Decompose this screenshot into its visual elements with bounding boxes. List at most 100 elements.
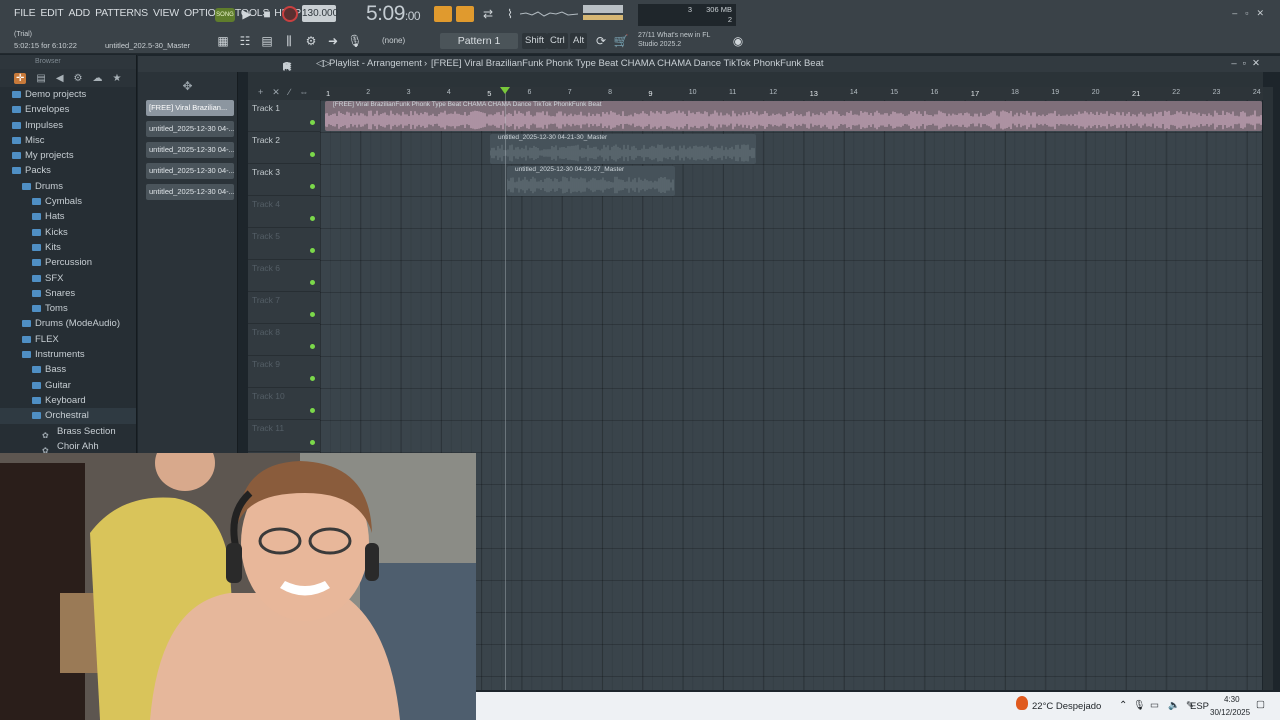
track-mute-led[interactable] [310,408,315,413]
browser-item[interactable]: Packs [0,163,136,178]
picker-clip[interactable]: [FREE] Viral Brazilian... [146,100,234,116]
track-header[interactable]: Track 11 [248,420,320,452]
browser-all-icon[interactable]: ✛ [14,72,27,84]
browser-item[interactable]: Demo projects [0,87,136,102]
clock-time[interactable]: 4:30 [1224,695,1240,704]
volume-icon[interactable]: 🔈 [1168,700,1180,711]
picker-clip[interactable]: untitled_2025-12-30 04-... [146,163,234,179]
master-pitch-slider[interactable] [583,15,623,20]
notification-icon[interactable]: ▢ [1256,699,1265,710]
track-mute-led[interactable] [310,312,315,317]
track-header[interactable]: Track 6 [248,260,320,292]
network-icon[interactable]: ▭ [1150,700,1159,711]
browser-item[interactable]: Impulses [0,118,136,133]
mixer-icon[interactable]: ⫼ [280,33,298,49]
microphone-icon[interactable]: 🎙 [346,33,364,49]
playlist-icon[interactable]: ▦ [214,33,232,49]
channel-rack-icon[interactable]: ☷ [236,33,254,49]
browser-item[interactable]: Toms [0,301,136,316]
track-mute-led[interactable] [310,344,315,349]
play-icon[interactable]: ▶ [238,6,256,22]
tray-chevron-icon[interactable]: ⌃ [1119,700,1127,711]
audio-clip[interactable]: untitled_2025-12-30 04-29-27_Master [507,166,675,196]
menu-edit[interactable]: EDIT [40,7,63,19]
menu-view[interactable]: VIEW [153,7,179,19]
window-controls[interactable]: –▫✕ [1232,8,1272,19]
vertical-scrollbar[interactable] [1263,87,1273,690]
browser-item[interactable]: Kicks [0,225,136,240]
weather-icon[interactable] [1016,696,1028,710]
news-panel[interactable]: 27/11 What's new in FL Studio 2025.2 [638,31,710,49]
plugin-icon[interactable]: ⚙ [302,33,320,49]
ctrl-key[interactable]: Ctrl [547,33,568,49]
track-header[interactable]: Track 5 [248,228,320,260]
timeline-ruler[interactable]: 1 2 3 4 5 6 7 8 9 10 11 12 13 14 15 16 17 18 19 20 21 22 23 24 [320,87,1264,100]
browser-item[interactable]: Bass [0,362,136,377]
browser-item[interactable]: Misc [0,133,136,148]
track-mute-led[interactable] [310,120,315,125]
record-icon[interactable] [282,6,298,22]
mic-tray-icon[interactable]: 🎙 [1133,700,1145,711]
metronome-icon[interactable] [434,6,452,22]
picker-clip[interactable]: untitled_2025-12-30 04-... [146,142,234,158]
alt-key[interactable]: Alt [570,33,588,49]
menu-file[interactable]: FILE [14,7,36,19]
browser-item[interactable]: Kits [0,240,136,255]
browser-item[interactable]: ✿ Choir Ahh [0,439,136,455]
track-header[interactable]: Track 8 [248,324,320,356]
blend-icon[interactable]: ⌇ [501,6,519,22]
playback-icon[interactable]: ◀ [283,61,290,72]
arrangement-name[interactable]: [FREE] Viral BrazilianFunk Phonk Type Be… [431,58,824,69]
browser-star-icon[interactable]: ★ [113,73,122,84]
browser-item[interactable]: Drums (ModeAudio) [0,316,136,331]
track-mute-led[interactable] [310,152,315,157]
track-mute-led[interactable] [310,440,315,445]
playhead-marker[interactable] [500,87,510,94]
weather-text[interactable]: 22°C Despejado [1032,701,1101,712]
track-mute-led[interactable] [310,376,315,381]
browser-item[interactable]: Envelopes [0,102,136,117]
track-header-tools[interactable]: +✕∕⇔ [248,87,320,100]
language-indicator[interactable]: ESP [1190,701,1209,712]
cart-icon[interactable]: 🛒 [612,33,630,49]
track-header[interactable]: Track 1 [248,100,320,132]
track-header[interactable]: Track 3 [248,164,320,196]
snap-select[interactable]: (none) [382,36,405,45]
loop-record-icon[interactable]: ⇄ [479,6,497,22]
track-mute-led[interactable] [310,280,315,285]
browser-item[interactable]: FLEX [0,332,136,347]
clock-date[interactable]: 30/12/2025 [1210,708,1250,717]
picker-clip[interactable]: untitled_2025-12-30 04-... [146,121,234,137]
piano-roll-icon[interactable]: ▤ [258,33,276,49]
globe-icon[interactable]: ◉ [729,33,747,49]
browser-item[interactable]: Snares [0,286,136,301]
browser-plugin-icon[interactable]: ⚙ [74,73,83,84]
browser-cloud-icon[interactable]: ☁ [93,73,103,84]
picker-clip[interactable]: untitled_2025-12-30 04-... [146,184,234,200]
track-header[interactable]: Track 9 [248,356,320,388]
browser-item[interactable]: Keyboard [0,393,136,408]
browser-item[interactable]: My projects [0,148,136,163]
tempo-display[interactable]: 130.000 [302,5,338,22]
playlist-window-controls[interactable]: –▫✕ [1231,58,1266,69]
browser-item[interactable]: Cymbals [0,194,136,209]
browser-file-icon[interactable]: ▤ [36,73,45,84]
browser-item[interactable]: Drums [0,179,136,194]
step-edit-icon[interactable] [456,6,474,22]
master-volume-slider[interactable] [583,5,623,13]
browser-item[interactable]: Guitar [0,378,136,393]
browser-item[interactable]: Instruments [0,347,136,362]
shift-key[interactable]: Shift [522,33,548,49]
audio-clip[interactable]: [FREE] Viral BrazilianFunk Phonk Type Be… [325,101,1262,131]
track-header[interactable]: Track 4 [248,196,320,228]
refresh-icon[interactable]: ⟳ [592,33,610,49]
browser-item[interactable]: SFX [0,271,136,286]
stop-icon[interactable]: ■ [258,6,276,22]
browser-item[interactable]: Hats [0,209,136,224]
song-mode-toggle[interactable]: SONG [215,8,235,22]
pattern-selector[interactable]: Pattern 1 [440,33,518,49]
browser-item[interactable]: ✿ Brass Section [0,424,136,440]
picker-mode-icon[interactable]: ✥ [138,72,237,100]
arrow-icon[interactable]: ➜ [324,33,342,49]
track-header[interactable]: Track 2 [248,132,320,164]
